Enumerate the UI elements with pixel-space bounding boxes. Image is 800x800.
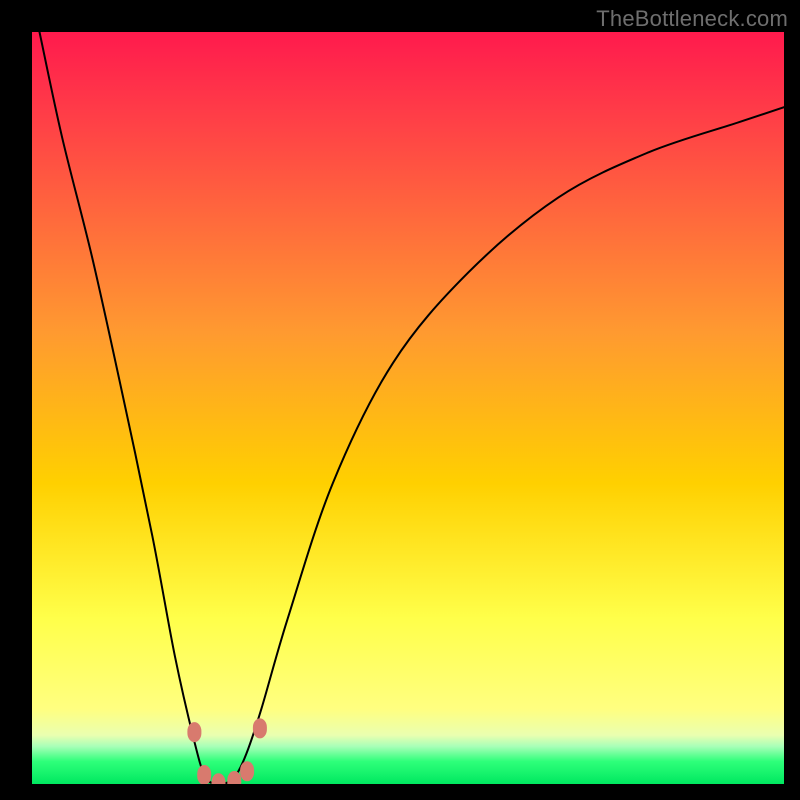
mismatch-curve — [40, 32, 785, 784]
curve-marker — [253, 718, 267, 738]
watermark-text: TheBottleneck.com — [596, 6, 788, 32]
curve-marker — [240, 761, 254, 781]
curve-markers — [187, 718, 267, 784]
curve-marker — [187, 722, 201, 742]
curve-marker — [197, 765, 211, 784]
curve-marker — [227, 771, 241, 784]
curve-svg — [32, 32, 784, 784]
plot-area — [32, 32, 784, 784]
curve-marker — [212, 773, 226, 784]
chart-frame: TheBottleneck.com — [0, 0, 800, 800]
